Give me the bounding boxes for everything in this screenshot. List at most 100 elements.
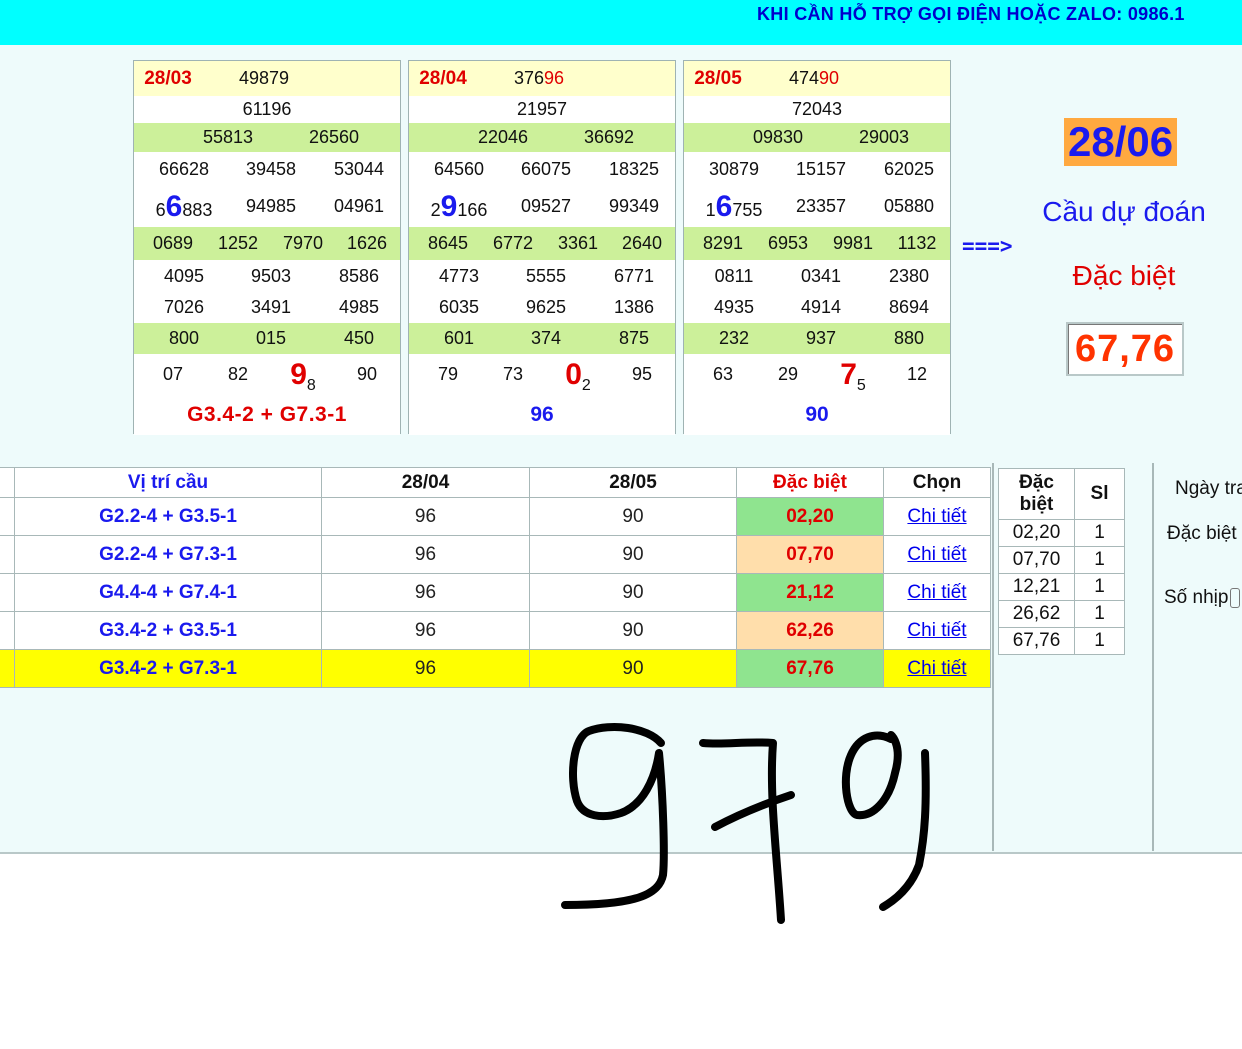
table-header-date-2: 28/05	[529, 467, 737, 498]
side-count-value: 1	[1074, 519, 1125, 547]
draw-date: 28/03	[144, 67, 192, 89]
prize-number: 64560	[433, 158, 485, 179]
special-prize-number: 49879	[238, 68, 290, 88]
prize-number: 6772	[492, 233, 534, 253]
detail-link[interactable]: Chi tiết	[907, 658, 966, 679]
prize-number: 7970	[282, 233, 324, 253]
prize-number: 450	[343, 328, 375, 348]
prize-row-g2: 22046 36692	[409, 123, 675, 152]
prize-number: 3361	[557, 233, 599, 253]
side-row: 02,20 1	[998, 519, 1125, 547]
prize-row-g5a: 4773 5555 6771	[409, 260, 675, 292]
prize-number: 0341	[800, 265, 842, 286]
highlighted-digit-number: 02	[565, 357, 591, 394]
date-2-value: 90	[529, 611, 737, 650]
prize-number: 8586	[338, 265, 380, 286]
prize-number: 26560	[308, 127, 360, 147]
prize-number: 79	[437, 364, 459, 384]
prize-row-g4: 8645 6772 3361 2640	[409, 227, 675, 260]
side-count-value: 1	[1074, 546, 1125, 574]
prize-number: 4095	[163, 265, 205, 286]
prize-number: 07	[162, 364, 184, 384]
handwritten-annotation	[561, 723, 930, 924]
prize-row-g3b: 66883 94985 04961	[134, 186, 400, 227]
lookup-beat-label: Số nhịp	[1164, 587, 1229, 608]
table-row: G2.2-4 + G3.5-1 96 90 02,20 Chi tiết	[0, 497, 991, 536]
prize-number: 90	[356, 364, 378, 384]
prize-number: 2380	[888, 265, 930, 286]
prize-number: 95	[631, 364, 653, 384]
detail-cell: Chi tiết	[883, 573, 991, 612]
prize-number: 18325	[608, 158, 660, 179]
prize-number: 9625	[525, 297, 567, 317]
detail-cell: Chi tiết	[883, 611, 991, 650]
lookup-form: Ngày tra Đặc biệt Số nhịp	[1158, 463, 1242, 851]
beat-input[interactable]	[1230, 587, 1241, 608]
table-row: G2.2-4 + G7.3-1 96 90 07,70 Chi tiết	[0, 535, 991, 574]
prize-number: 73	[502, 364, 524, 384]
prize-number: 61196	[242, 99, 292, 119]
prize-number: 1132	[897, 233, 937, 253]
prize-number: 1626	[346, 233, 388, 253]
prize-number: 800	[168, 328, 200, 348]
prize-row-g1: 21957	[409, 96, 675, 123]
bridge-position: G3.4-2 + G3.5-1	[14, 611, 322, 650]
detail-cell: Chi tiết	[883, 535, 991, 574]
side-header-special: Đặc biệt	[998, 468, 1075, 520]
special-pair: 21,12	[736, 573, 884, 612]
highlighted-digit-number: 16755	[705, 189, 763, 223]
prize-number: 66628	[158, 158, 210, 179]
prize-number: 63	[712, 364, 734, 384]
handwritten-digit-9-a	[561, 723, 668, 909]
prize-number: 4935	[713, 297, 755, 317]
detail-link[interactable]: Chi tiết	[907, 582, 966, 603]
row-index-cell	[0, 535, 15, 574]
arrow-indicator: ===>	[962, 234, 1013, 258]
handwritten-digit-7-a	[699, 738, 785, 924]
result-panel: 28/05 47490 72043 09830 29003 30879 15157 62025…	[683, 60, 951, 435]
detail-link[interactable]: Chi tiết	[907, 620, 966, 641]
prize-row-formula: G3.4-2 + G7.3-1	[134, 395, 400, 435]
date-2-value: 90	[529, 649, 737, 688]
prize-number: 8291	[702, 233, 744, 253]
row-index-cell	[0, 497, 15, 536]
prize-number: 55813	[202, 127, 254, 147]
table-row: G3.4-2 + G3.5-1 96 90 62,26 Chi tiết	[0, 611, 991, 650]
prize-number: 4773	[438, 265, 480, 286]
prize-number: 6953	[767, 233, 809, 253]
draw-date: 28/05	[694, 67, 742, 89]
side-count-value: 1	[1074, 600, 1125, 628]
prize-number: 8694	[888, 297, 930, 317]
prize-number: 82	[227, 364, 249, 384]
date-2-value: 90	[529, 573, 737, 612]
prize-number: 880	[893, 328, 925, 348]
table-header-row: Vị trí cầu 28/04 28/05 Đặc biệt Chọn	[0, 467, 991, 498]
detail-cell: Chi tiết	[883, 497, 991, 536]
prize-number: 875	[618, 328, 650, 348]
special-pair: 02,20	[736, 497, 884, 536]
prize-number: 04961	[333, 196, 385, 216]
bridge-formula: G3.4-2 + G7.3-1	[187, 403, 347, 426]
prize-number: 232	[718, 328, 750, 348]
date-1-value: 96	[321, 535, 530, 574]
prize-row-g1: 61196	[134, 96, 400, 123]
prize-row-g5b: 6035 9625 1386	[409, 292, 675, 323]
bridge-position: G3.4-2 + G7.3-1	[14, 649, 322, 688]
prize-row-g6: 232 937 880	[684, 323, 950, 354]
result-panel: 28/04 37696 21957 22046 36692 64560 66075 18325…	[408, 60, 676, 435]
prize-number: 1386	[613, 297, 655, 317]
prize-row-formula: 90	[684, 395, 950, 435]
prize-number: 601	[443, 328, 475, 348]
prize-row-g5b: 7026 3491 4985	[134, 292, 400, 323]
prize-number: 23357	[795, 196, 847, 216]
detail-link[interactable]: Chi tiết	[907, 506, 966, 527]
prize-row-g7: 63 29 75 12	[684, 354, 950, 395]
detail-link[interactable]: Chi tiết	[907, 544, 966, 565]
prize-number: 015	[255, 328, 287, 348]
side-special-value: 12,21	[998, 573, 1075, 601]
prize-number: 6035	[438, 297, 480, 317]
prize-number: 99349	[608, 196, 660, 216]
lookup-beat-row: Số nhịp	[1164, 587, 1241, 609]
prize-row-g3b: 16755 23357 05880	[684, 186, 950, 227]
prize-number: 30879	[708, 158, 760, 179]
